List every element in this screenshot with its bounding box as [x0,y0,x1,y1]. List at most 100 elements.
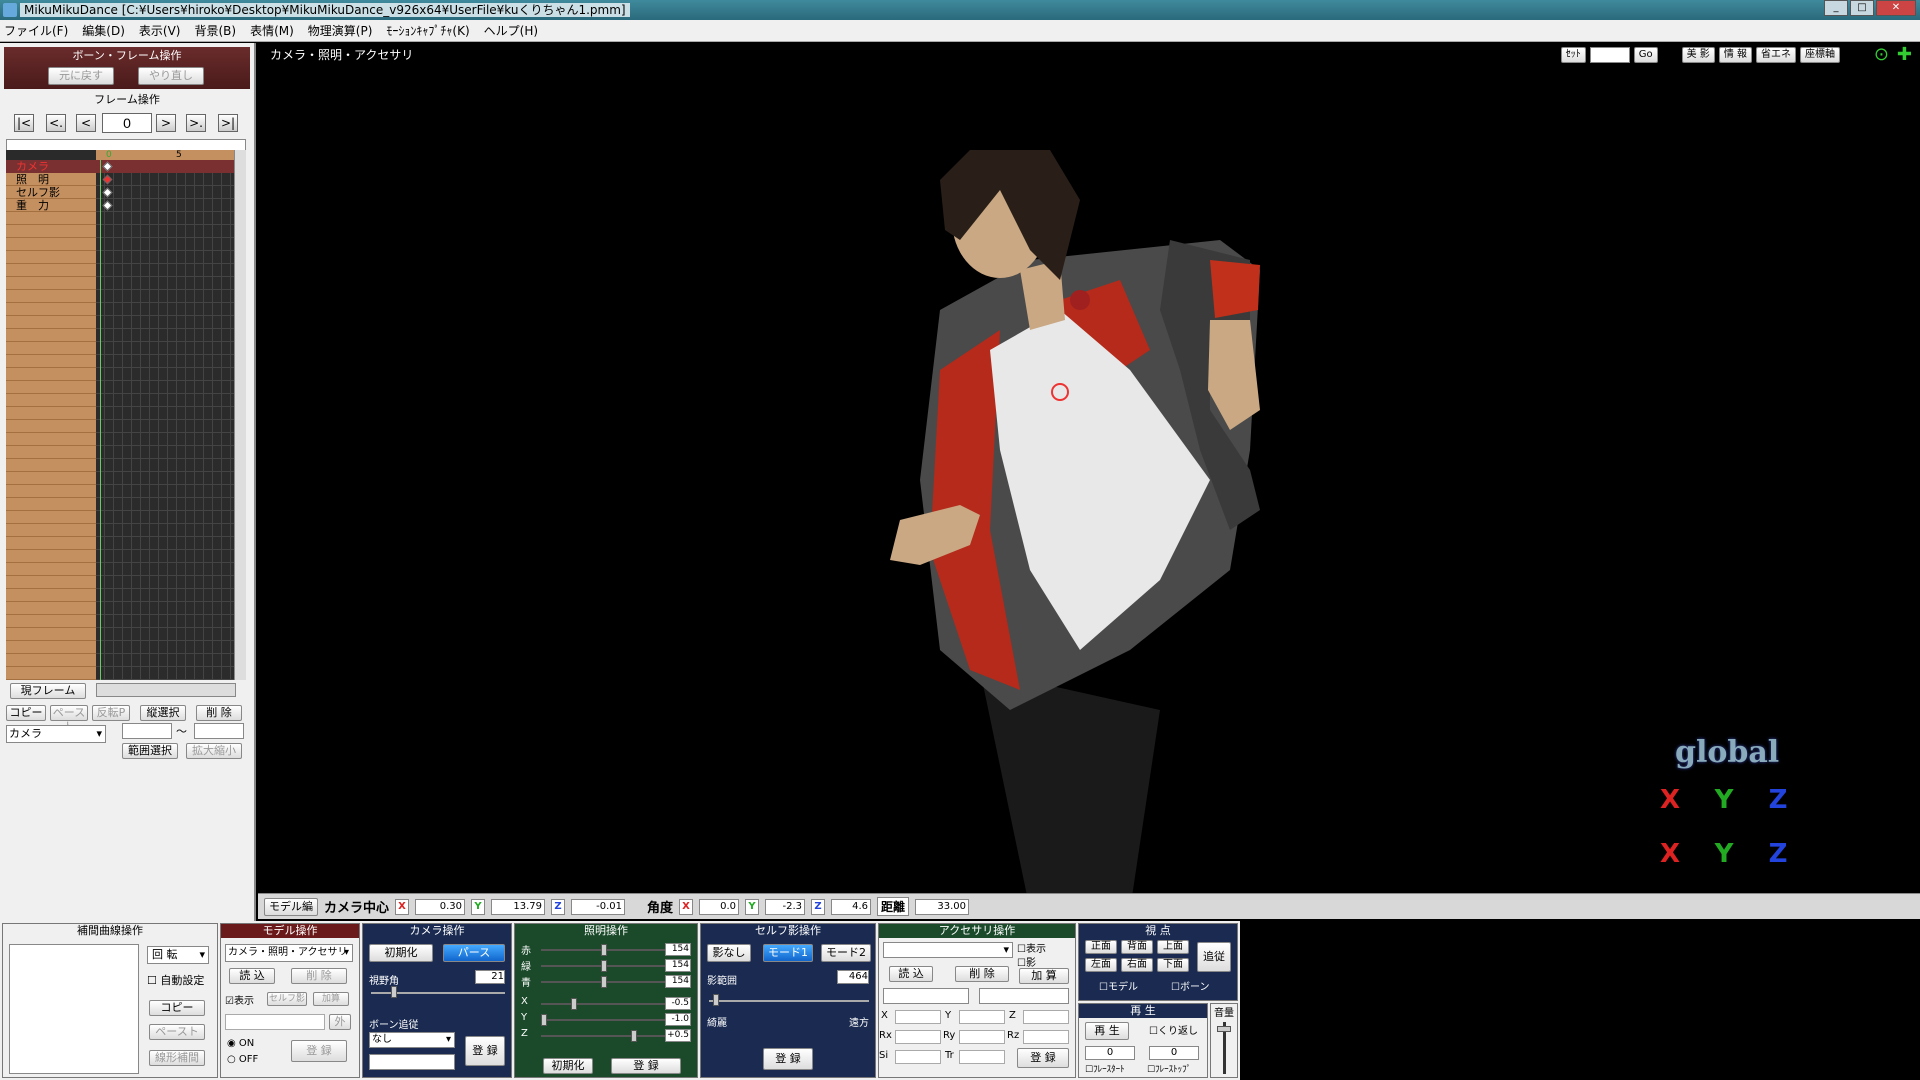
interp-paste-button[interactable]: ペースト [149,1024,205,1040]
model-on-radio[interactable]: ◉ ON [227,1038,254,1049]
range-select-button[interactable]: 範囲選択 [122,743,178,759]
volume-thumb[interactable] [1217,1026,1231,1032]
move-y-icon[interactable]: Y [1702,834,1746,874]
light-y-field[interactable]: -1.0 [665,1013,691,1026]
light-b-thumb[interactable] [601,976,607,988]
acc-delete-button[interactable]: 削 除 [955,966,1009,982]
interp-curve-canvas[interactable] [9,944,139,1074]
close-icon[interactable]: ✕ [1876,0,1916,16]
rotate-x-icon[interactable]: X [1648,780,1692,820]
menu-help[interactable]: ヘルプ(H) [484,22,538,39]
fov-slider-thumb[interactable] [391,986,397,998]
light-z-thumb[interactable] [631,1030,637,1042]
acc-tr-field[interactable] [959,1050,1005,1064]
camera-register-button[interactable]: 登 録 [465,1036,505,1066]
current-frame-button[interactable]: 現フレーム [10,683,86,699]
horizontal-scrollbar[interactable] [96,683,236,697]
model-show-checkbox[interactable]: ☑表示 [225,992,254,1007]
light-g-field[interactable]: 154 [665,959,691,972]
acc-rx-field[interactable] [895,1030,941,1044]
undo-button[interactable]: 元に戻す [48,67,114,85]
next-frame-button[interactable]: > [156,114,176,132]
model-select[interactable]: カメラ・照明・アクセサリ ▾ [225,944,353,962]
camera-y-field[interactable]: 13.79 [491,898,546,915]
minimize-icon[interactable]: _ [1824,0,1848,16]
camera-x-field[interactable]: 0.30 [415,898,466,915]
play-from-field[interactable]: 0 [1085,1046,1135,1060]
light-init-button[interactable]: 初期化 [543,1058,593,1074]
shadow-range-field[interactable]: 464 [837,970,869,984]
model-register-button[interactable]: 登 録 [291,1040,347,1062]
frame-stop-checkbox[interactable]: ☐ﾌﾚｰｽﾄｯﾌﾟ [1147,1062,1191,1075]
light-register-button[interactable]: 登 録 [611,1058,681,1074]
menu-background[interactable]: 背景(B) [194,22,236,39]
acc-y-field[interactable] [959,1010,1005,1024]
auto-set-checkbox[interactable]: ☐ 自動設定 [147,972,204,988]
view-model-checkbox[interactable]: ☐モデル [1099,978,1138,993]
shadow-range-thumb[interactable] [713,994,719,1006]
last-frame-button[interactable]: >| [218,114,238,132]
rotate-y-icon[interactable]: Y [1702,780,1746,820]
model-load-button[interactable]: 読 込 [229,968,275,984]
redo-button[interactable]: やり直し [138,67,204,85]
distance-field[interactable]: 33.00 [915,898,970,915]
set-frame-button[interactable]: ｾｯﾄ [1560,47,1586,63]
acc-z-field[interactable] [1023,1010,1069,1024]
accessory-select[interactable]: ▾ [883,942,1013,958]
model-selfshadow-button[interactable]: セルフ影 [267,992,307,1006]
acc-load-button[interactable]: 読 込 [889,966,933,982]
shadow-none-button[interactable]: 影なし [707,944,751,962]
info-button[interactable]: 情 報 [1718,47,1752,63]
frame-goto-input[interactable]: 0 [1589,47,1630,63]
model-delete-button[interactable]: 削 除 [291,968,347,984]
rotate-z-icon[interactable]: Z [1756,780,1800,820]
move-z-icon[interactable]: Z [1756,834,1800,874]
prev-key-button[interactable]: <. [46,114,66,132]
menu-expression[interactable]: 表情(M) [250,22,294,39]
shadow-mode1-button[interactable]: モード1 [763,944,813,962]
view-front-button[interactable]: 正面 [1085,940,1117,954]
track-camera[interactable]: カメラ [16,161,49,173]
character-model[interactable] [830,150,1350,910]
first-frame-button[interactable]: |< [14,114,34,132]
target-select[interactable]: カメラ ▾ [6,725,106,743]
angle-x-field[interactable]: 0.0 [699,898,740,915]
track-light[interactable]: 照 明 [16,174,49,186]
light-r-thumb[interactable] [601,944,607,956]
acc-register-button[interactable]: 登 録 [1017,1048,1069,1068]
view-bottom-button[interactable]: 下面 [1157,958,1189,972]
timeline-scrollbar[interactable] [234,150,246,680]
timeline[interactable]: 0 5 カメラ 照 明 セルフ影 重 力 [6,150,246,680]
light-y-thumb[interactable] [541,1014,547,1026]
light-x-field[interactable]: -0.5 [665,997,691,1010]
view-back-button[interactable]: 背面 [1121,940,1153,954]
perspective-button[interactable]: パース [443,944,505,962]
range-start-input[interactable] [122,723,172,739]
light-x-thumb[interactable] [571,998,577,1010]
view-top-button[interactable]: 上面 [1157,940,1189,954]
menu-edit[interactable]: 編集(D) [82,22,125,39]
light-z-slider[interactable] [541,1035,671,1037]
acc-model-select[interactable] [883,988,969,1004]
angle-z-field[interactable]: 4.6 [831,898,872,915]
play-button[interactable]: 再 生 [1085,1022,1129,1040]
shadow-register-button[interactable]: 登 録 [763,1048,813,1070]
view-bone-checkbox[interactable]: ☐ボーン [1171,978,1209,993]
model-off-radio[interactable]: ○ OFF [227,1054,258,1065]
light-x-slider[interactable] [541,1003,671,1005]
menu-motion-capture[interactable]: ﾓｰｼｮﾝｷｬﾌﾟﾁｬ(K) [386,22,469,39]
reverse-paste-button[interactable]: 反転P [92,705,130,721]
paste-button[interactable]: ペースト [50,705,88,733]
zoom-icon[interactable]: ⊙ [1874,46,1889,64]
beauty-shadow-button[interactable]: 美 影 [1681,47,1715,63]
acc-si-field[interactable] [895,1050,941,1064]
eco-button[interactable]: 省エネ [1756,47,1796,63]
outside-parent-button[interactable]: 外 [329,1014,351,1030]
angle-y-field[interactable]: -2.3 [765,898,806,915]
track-selfshadow[interactable]: セルフ影 [16,187,60,199]
copy-button[interactable]: コピー [6,705,46,721]
timeline-grid[interactable] [96,160,236,680]
play-to-field[interactable]: 0 [1149,1046,1199,1060]
fov-field[interactable]: 21 [475,970,505,984]
follow-bone-select[interactable] [369,1054,455,1070]
